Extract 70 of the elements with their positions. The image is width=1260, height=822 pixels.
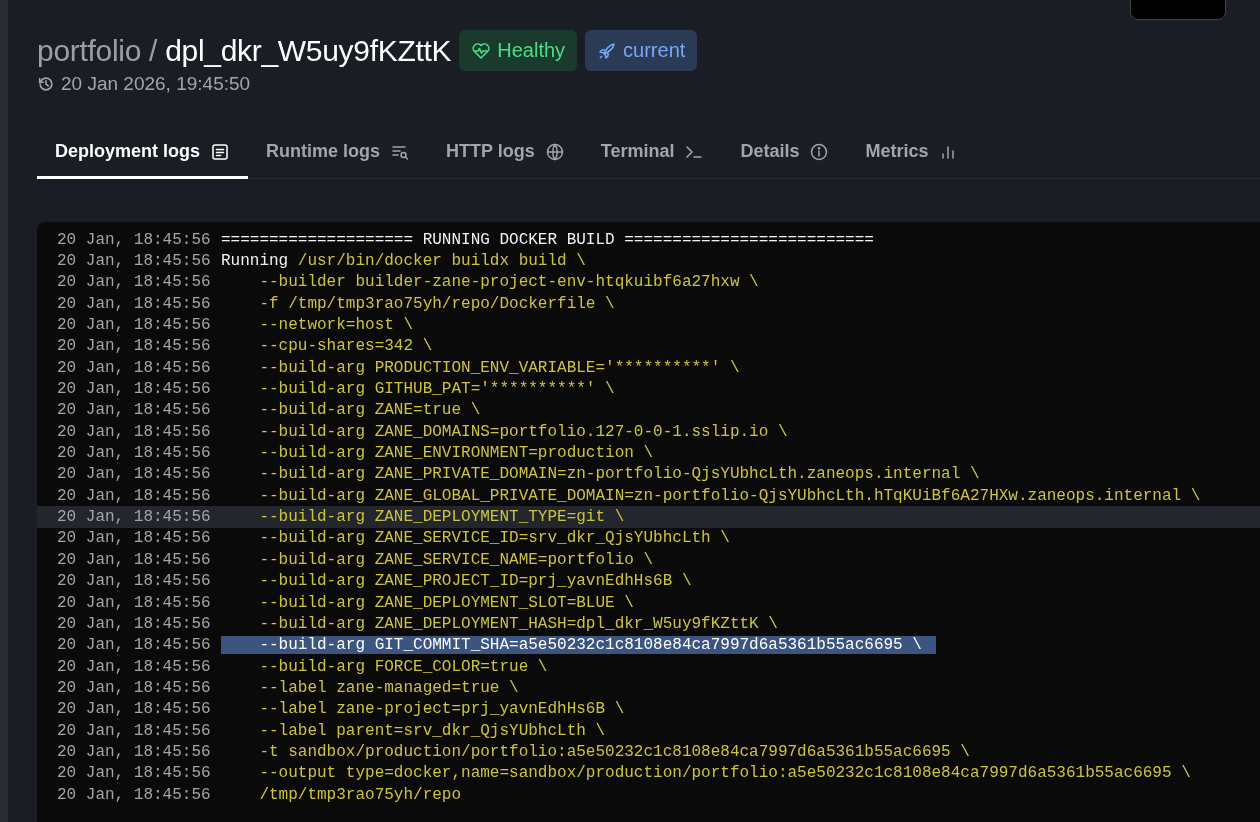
log-timestamp: 20 Jan, 18:45:56: [57, 358, 212, 377]
tab[interactable]: Metrics: [847, 131, 977, 179]
globe-icon: [544, 141, 565, 162]
log-timestamp: 20 Jan, 18:45:56: [57, 785, 212, 804]
log-timestamp: 20 Jan, 18:45:56: [57, 700, 212, 719]
log-message: /tmp/tmp3rao75yh/repo: [258, 785, 462, 804]
deployment-date: 20 Jan 2026, 19:45:50: [61, 73, 251, 95]
log-message: --build-arg ZANE_SERVICE_ID=srv_dkr_QjsYUbhcLth \: [258, 529, 730, 548]
tab[interactable]: Details: [722, 131, 848, 179]
log-message: --network=host \: [258, 316, 414, 335]
log-timestamp: 20 Jan, 18:45:56: [57, 294, 212, 313]
page-title: portfolio / dpl_dkr_W5uy9fKZttK: [37, 33, 452, 68]
log-timestamp: 20 Jan, 18:45:56: [57, 593, 212, 612]
log-message: --build-arg GITHUB_PAT='**********' \: [258, 380, 615, 399]
log-message: --build-arg ZANE_DOMAINS=portfolio.127-0-0-1.sslip.io \: [258, 422, 788, 441]
heart-pulse-icon: [471, 40, 492, 61]
tab[interactable]: Terminal: [582, 131, 723, 179]
log-message: --cpu-shares=342 \: [258, 337, 433, 356]
log-message: --builder builder-zane-project-env-htqkuibf6a27hxw \: [258, 273, 759, 292]
log-timestamp: 20 Jan, 18:45:56: [57, 422, 212, 441]
tab[interactable]: Deployment logs: [37, 131, 249, 179]
document-icon: [210, 141, 231, 162]
log-timestamp: 20 Jan, 18:45:56: [57, 230, 212, 249]
info-icon: [809, 141, 830, 162]
log-message: --build-arg ZANE_PROJECT_ID=prj_yavnEdhHs6B \: [258, 572, 692, 591]
status-badge: current: [585, 30, 698, 71]
log-message: --build-arg ZANE_DEPLOYMENT_TYPE=git \: [258, 508, 625, 527]
log-message: ==================== RUNNING DOCKER BUILD ==========================: [221, 230, 874, 249]
log-timestamp: 20 Jan, 18:45:56: [57, 273, 212, 292]
log-message: --build-arg ZANE_ENVIRONMENT=production \: [258, 444, 654, 463]
log-message: --label zane-project=prj_yavnEdhHs6B \: [258, 700, 625, 719]
log-timestamp: 20 Jan, 18:45:56: [57, 721, 212, 740]
rocket-icon: [597, 40, 618, 61]
log-message: --build-arg ZANE_DEPLOYMENT_HASH=dpl_dkr_W5uy9fKZttK \: [258, 614, 778, 633]
log-message: --build-arg ZANE_GLOBAL_PRIVATE_DOMAIN=zn-portfolio-QjsYUbhcLth.hTqKUiBf6A27HXw.zaneops.internal \: [258, 486, 1201, 505]
log-timestamp: 20 Jan, 18:45:56: [57, 636, 212, 655]
log-timestamp: 20 Jan, 18:45:56: [57, 572, 212, 591]
log-timestamp: 20 Jan, 18:45:56: [57, 508, 212, 527]
log-message: -t sandbox/production/portfolio:a5e50232c1c8108e84ca7997d6a5361b55ac6695 \: [258, 742, 970, 761]
log-timestamp: 20 Jan, 18:45:56: [57, 614, 212, 633]
log-timestamp: 20 Jan, 18:45:56: [57, 742, 212, 761]
log-timestamp: 20 Jan, 18:45:56: [57, 401, 212, 420]
history-icon: [37, 75, 55, 93]
log-message: --label zane-managed=true \: [258, 678, 519, 697]
log-timestamp: 20 Jan, 18:45:56: [57, 764, 212, 783]
log-timestamp: 20 Jan, 18:45:56: [57, 444, 212, 463]
tab[interactable]: Runtime logs: [248, 131, 429, 179]
log-message: --build-arg ZANE_PRIVATE_DOMAIN=zn-portfolio-QjsYUbhcLth.zaneops.internal \: [258, 465, 980, 484]
log-timestamp: 20 Jan, 18:45:56: [57, 316, 212, 335]
log-timestamp: 20 Jan, 18:45:56: [57, 465, 212, 484]
selected-log-message: --build-arg GIT_COMMIT_SHA=a5e50232c1c8108e84ca7997d6a5361b55ac6695 \: [221, 636, 936, 655]
log-message: --build-arg ZANE_DEPLOYMENT_SLOT=BLUE \: [258, 593, 634, 612]
log-message: --build-arg ZANE=true \: [258, 401, 481, 420]
log-timestamp: 20 Jan, 18:45:56: [57, 337, 212, 356]
log-message: --build-arg PRODUCTION_ENV_VARIABLE='**********' \: [258, 358, 740, 377]
log-timestamp: 20 Jan, 18:45:56: [57, 380, 212, 399]
log-timestamp: 20 Jan, 18:45:56: [57, 252, 212, 270]
log-timestamp: 20 Jan, 18:45:56: [57, 550, 212, 569]
log-message: --build-arg ZANE_SERVICE_NAME=portfolio \: [258, 550, 654, 569]
tab[interactable]: HTTP logs: [428, 131, 583, 179]
log-message: --output type=docker,name=sandbox/production/portfolio:a5e50232c1c8108e84ca7997d6a5361b55ac6695 \: [258, 764, 1191, 783]
log-timestamp: 20 Jan, 18:45:56: [57, 678, 212, 697]
log-message: Running /usr/bin/docker buildx build \: [221, 252, 586, 270]
log-timestamp: 20 Jan, 18:45:56: [57, 529, 212, 548]
log-message: -f /tmp/tmp3rao75yh/repo/Dockerfile \: [258, 294, 615, 313]
log-timestamp: 20 Jan, 18:45:56: [57, 657, 212, 676]
log-timestamp: 20 Jan, 18:45:56: [57, 486, 212, 505]
log-message: --label parent=srv_dkr_QjsYUbhcLth \: [258, 721, 606, 740]
log-message: --build-arg FORCE_COLOR=true \: [258, 657, 548, 676]
status-badge: Healthy: [459, 30, 578, 71]
